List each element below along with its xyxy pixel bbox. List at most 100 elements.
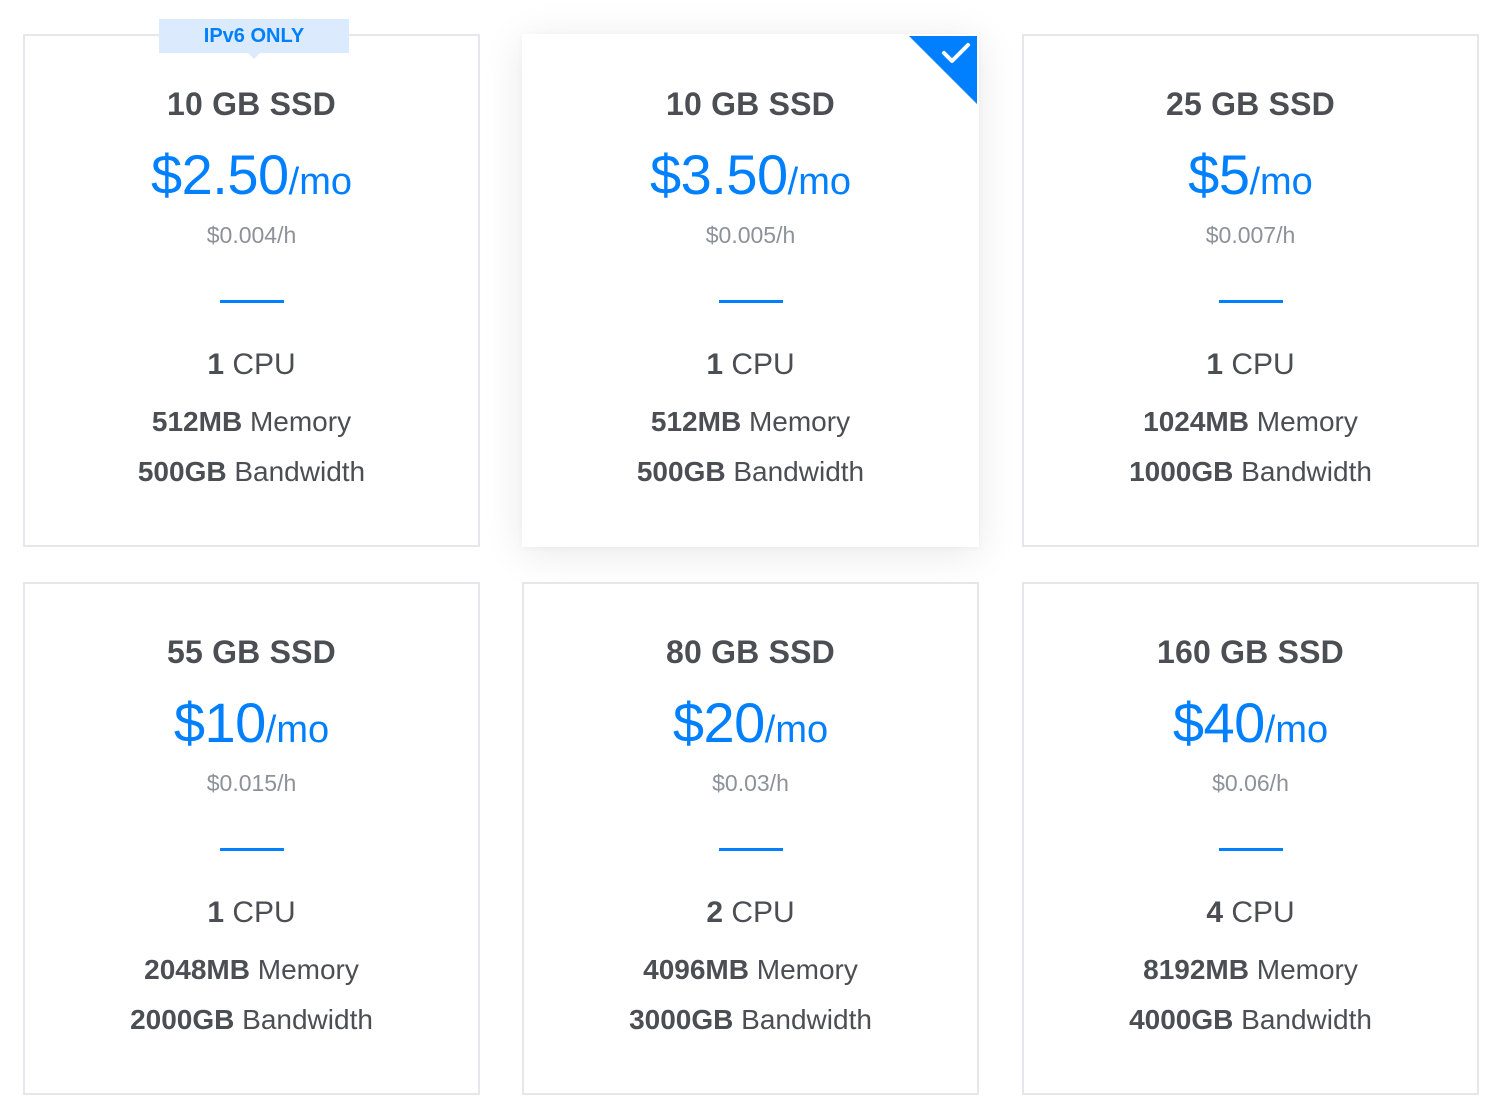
bandwidth-label: Bandwidth: [1241, 456, 1372, 487]
price-amount: $5: [1188, 143, 1250, 206]
plan-storage: 80 GB SSD: [666, 634, 835, 670]
divider: [1218, 300, 1283, 303]
plan-memory: 2048MB Memory: [25, 954, 478, 986]
memory-value: 1024MB: [1143, 406, 1249, 437]
memory-label: Memory: [756, 954, 858, 985]
bandwidth-value: 1000GB: [1129, 456, 1234, 487]
cpu-label: CPU: [1231, 348, 1295, 381]
plan-hourly-price: $0.03/h: [712, 770, 789, 796]
price-amount: $3.50: [650, 143, 788, 206]
cpu-label: CPU: [731, 348, 795, 381]
price-unit: /mo: [1249, 161, 1313, 203]
plan-bandwidth: 500GB Bandwidth: [25, 456, 478, 488]
plan-bandwidth: 3000GB Bandwidth: [524, 1004, 977, 1036]
memory-label: Memory: [1256, 954, 1358, 985]
plan-price: $10/mo: [25, 690, 478, 755]
price-unit: /mo: [787, 161, 851, 203]
memory-label: Memory: [748, 406, 851, 437]
plan-price: $40/mo: [1024, 690, 1477, 755]
plan-hourly-price: $0.06/h: [1212, 770, 1289, 796]
plan-cpu: 1 CPU: [524, 348, 977, 382]
plan-hourly-price: $0.005/h: [705, 222, 796, 248]
divider: [718, 848, 783, 851]
plan-card-55gb[interactable]: 55 GB SSD $10/mo $0.015/h 1 CPU 2048MB M…: [23, 582, 480, 1095]
cpu-label: CPU: [1231, 896, 1295, 929]
bandwidth-label: Bandwidth: [234, 456, 366, 487]
bandwidth-value: 3000GB: [629, 1004, 734, 1035]
cpu-value: 4: [1206, 896, 1223, 929]
plan-cpu: 1 CPU: [25, 348, 478, 382]
plan-price: $3.50/mo: [524, 142, 977, 207]
divider: [219, 848, 284, 851]
memory-value: 2048MB: [144, 954, 250, 985]
plan-hourly-price: $0.007/h: [1205, 222, 1296, 248]
bandwidth-value: 500GB: [137, 456, 227, 487]
price-amount: $2.50: [151, 143, 289, 206]
price-unit: /mo: [764, 709, 829, 751]
memory-value: 512MB: [650, 406, 742, 437]
memory-value: 512MB: [151, 406, 243, 437]
plan-grid: IPv6 ONLY 10 GB SSD $2.50/mo $0.004/h 1 …: [0, 0, 1500, 1118]
price-unit: /mo: [288, 161, 352, 203]
plan-storage: 10 GB SSD: [167, 86, 336, 122]
memory-value: 4096MB: [643, 954, 749, 985]
plan-price: $20/mo: [524, 690, 977, 755]
price-amount: $10: [173, 691, 266, 754]
plan-price: $5/mo: [1024, 142, 1477, 207]
cpu-value: 1: [207, 896, 224, 929]
plan-bandwidth: 4000GB Bandwidth: [1024, 1004, 1477, 1036]
plan-bandwidth: 2000GB Bandwidth: [25, 1004, 478, 1036]
bandwidth-value: 500GB: [636, 456, 726, 487]
plan-memory: 8192MB Memory: [1024, 954, 1477, 986]
ipv6-only-badge: IPv6 ONLY: [159, 19, 349, 59]
bandwidth-value: 2000GB: [130, 1004, 235, 1035]
cpu-value: 1: [706, 348, 723, 381]
bandwidth-label: Bandwidth: [733, 456, 865, 487]
bandwidth-label: Bandwidth: [1241, 1004, 1372, 1035]
bandwidth-value: 4000GB: [1129, 1004, 1234, 1035]
plan-card-10gb-ipv6[interactable]: IPv6 ONLY 10 GB SSD $2.50/mo $0.004/h 1 …: [23, 19, 480, 547]
cpu-label: CPU: [232, 896, 296, 929]
divider: [1218, 848, 1283, 851]
plan-cpu: 4 CPU: [1024, 896, 1477, 930]
plan-card-80gb[interactable]: 80 GB SSD $20/mo $0.03/h 2 CPU 4096MB Me…: [522, 582, 979, 1095]
plan-hourly-price: $0.015/h: [206, 770, 297, 796]
plan-cpu: 2 CPU: [524, 896, 977, 930]
badge-pointer: [248, 53, 260, 59]
cpu-value: 2: [706, 896, 723, 929]
memory-value: 8192MB: [1143, 954, 1249, 985]
plan-storage: 25 GB SSD: [1166, 86, 1335, 122]
plan-storage: 160 GB SSD: [1157, 634, 1344, 670]
plan-storage: 10 GB SSD: [666, 86, 835, 122]
divider: [718, 300, 783, 303]
divider: [219, 300, 284, 303]
plan-card-10gb[interactable]: 10 GB SSD $3.50/mo $0.005/h 1 CPU 512MB …: [522, 34, 979, 547]
plan-memory: 512MB Memory: [25, 406, 478, 438]
plan-memory: 512MB Memory: [524, 406, 977, 438]
price-amount: $20: [672, 691, 765, 754]
plan-memory: 4096MB Memory: [524, 954, 977, 986]
cpu-label: CPU: [731, 896, 795, 929]
plan-memory: 1024MB Memory: [1024, 406, 1477, 438]
badge-label: IPv6 ONLY: [203, 25, 305, 47]
memory-label: Memory: [257, 954, 359, 985]
plan-storage: 55 GB SSD: [167, 634, 336, 670]
plan-cpu: 1 CPU: [1024, 348, 1477, 382]
plan-card-160gb[interactable]: 160 GB SSD $40/mo $0.06/h 4 CPU 8192MB M…: [1022, 582, 1479, 1095]
cpu-label: CPU: [232, 348, 296, 381]
memory-label: Memory: [249, 406, 352, 437]
bandwidth-label: Bandwidth: [741, 1004, 872, 1035]
price-unit: /mo: [1264, 709, 1329, 751]
bandwidth-label: Bandwidth: [242, 1004, 373, 1035]
cpu-value: 1: [207, 348, 224, 381]
memory-label: Memory: [1256, 406, 1358, 437]
plan-hourly-price: $0.004/h: [206, 222, 297, 248]
price-amount: $40: [1172, 691, 1265, 754]
plan-price: $2.50/mo: [25, 142, 478, 207]
plan-bandwidth: 1000GB Bandwidth: [1024, 456, 1477, 488]
plan-card-25gb[interactable]: 25 GB SSD $5/mo $0.007/h 1 CPU 1024MB Me…: [1022, 34, 1479, 547]
plan-bandwidth: 500GB Bandwidth: [524, 456, 977, 488]
plan-cpu: 1 CPU: [25, 896, 478, 930]
price-unit: /mo: [265, 709, 330, 751]
cpu-value: 1: [1206, 348, 1223, 381]
